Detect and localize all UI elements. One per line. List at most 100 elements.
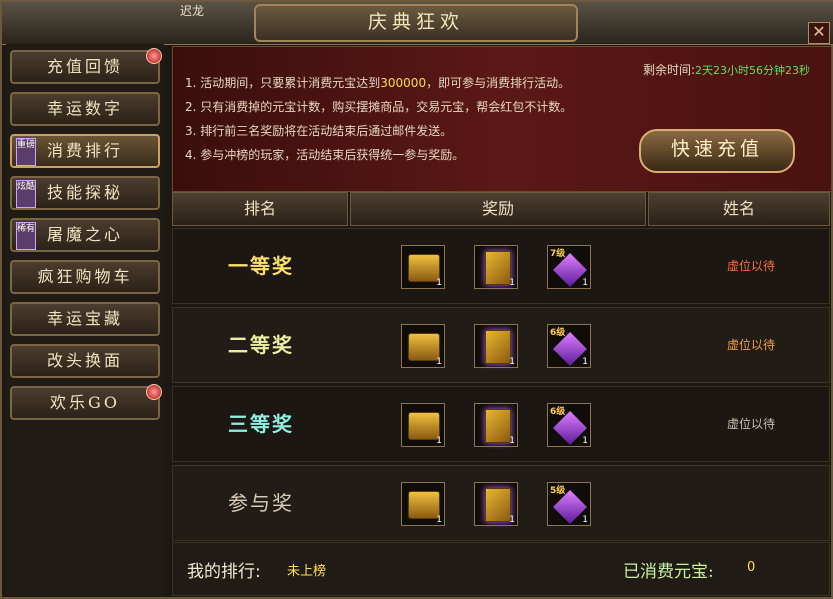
activity-window: 迟龙 庆典狂欢 ✕ 充值回馈 幸运数字 消费排行 重磅 技能探秘 炫酷 屠魔之心 稀有 疯狂购物… [0, 0, 833, 599]
item-count: 1 [582, 357, 588, 367]
item-count: 1 [582, 436, 588, 446]
notification-dot-icon [146, 48, 162, 64]
rules-list: 1. 活动期间，只要累计消费元宝达到300000，即可参与消费排行活动。 2. 只… [185, 71, 572, 167]
sidebar-item-label: 屠魔之心 [46, 225, 123, 244]
rule-text-post: ，即可参与消费排行活动。 [426, 76, 571, 90]
book-icon [485, 330, 511, 364]
table-row: 一等奖 1 1 7级 1 虚位以待 [172, 228, 830, 304]
item-level: 6级 [550, 328, 566, 338]
table-row: 参与奖 1 1 5级 1 [172, 465, 830, 541]
winner-name: 虚位以待 [726, 417, 775, 431]
rule-text-hl: 300000 [380, 76, 427, 90]
winner-name: 虚位以待 [726, 259, 775, 273]
sidebar-item-label: 消费排行 [46, 141, 123, 160]
chest-icon [408, 254, 440, 282]
book-icon [485, 251, 511, 285]
sidebar-item-8[interactable]: 欢乐GO [10, 384, 162, 420]
reward-item[interactable]: 1 [401, 324, 445, 368]
sidebar-item-label: 欢乐GO [50, 393, 120, 412]
activity-banner: 1. 活动期间，只要累计消费元宝达到300000，即可参与消费排行活动。 2. 只… [172, 46, 832, 192]
rank-label: 参与奖 [228, 491, 294, 515]
window-title: 庆典狂欢 [254, 4, 578, 42]
sidebar-item-label: 充值回馈 [46, 57, 123, 76]
close-icon[interactable]: ✕ [808, 22, 830, 44]
sidebar-item-0[interactable]: 充值回馈 [10, 48, 162, 84]
table-header: 排名 奖励 姓名 [172, 192, 830, 226]
item-count: 1 [509, 515, 515, 525]
item-level: 6级 [550, 407, 566, 417]
book-icon [485, 488, 511, 522]
item-level: 7级 [550, 249, 566, 259]
reward-item[interactable]: 1 [474, 324, 518, 368]
sidebar-item-label: 技能探秘 [46, 183, 123, 202]
sidebar: 充值回馈 幸运数字 消费排行 重磅 技能探秘 炫酷 屠魔之心 稀有 疯狂购物车 幸运宝藏 改头换面欢… [6, 44, 164, 596]
item-count: 1 [509, 357, 515, 367]
sidebar-item-1[interactable]: 幸运数字 [10, 92, 160, 126]
notification-dot-icon [146, 384, 162, 400]
chest-icon [408, 491, 440, 519]
reward-item[interactable]: 6级 1 [547, 403, 591, 447]
sidebar-item-6[interactable]: 幸运宝藏 [10, 302, 160, 336]
reward-item[interactable]: 1 [401, 245, 445, 289]
header-rank: 排名 [172, 192, 348, 226]
chest-icon [408, 333, 440, 361]
sidebar-item-label: 疯狂购物车 [37, 267, 133, 286]
sidebar-badge: 稀有 [16, 222, 36, 250]
rule-line: 1. 活动期间，只要累计消费元宝达到300000，即可参与消费排行活动。 [185, 71, 572, 95]
sidebar-item-5[interactable]: 疯狂购物车 [10, 260, 160, 294]
header-name: 姓名 [648, 192, 830, 226]
quick-recharge-button[interactable]: 快速充值 [639, 129, 795, 173]
reward-item[interactable]: 1 [474, 403, 518, 447]
sidebar-item-label: 幸运宝藏 [46, 309, 123, 328]
reward-item[interactable]: 1 [401, 403, 445, 447]
sidebar-badge: 炫酷 [16, 180, 36, 208]
reward-item[interactable]: 1 [474, 482, 518, 526]
item-level: 5级 [550, 486, 566, 496]
sidebar-item-7[interactable]: 改头换面 [10, 344, 160, 378]
winner-name [673, 466, 829, 540]
chest-icon [408, 412, 440, 440]
sidebar-item-2[interactable]: 消费排行 重磅 [10, 134, 160, 168]
spent-value: 0 [747, 560, 756, 575]
sidebar-item-label: 幸运数字 [46, 99, 123, 118]
rank-label: 一等奖 [228, 254, 294, 278]
spent-label: 已消费元宝: [623, 562, 714, 582]
sidebar-badge: 重磅 [16, 138, 36, 166]
sidebar-item-3[interactable]: 技能探秘 炫酷 [10, 176, 160, 210]
rule-line: 3. 排行前三名奖励将在活动结束后通过邮件发送。 [185, 119, 572, 143]
my-rank-value: 未上榜 [287, 564, 327, 579]
item-count: 1 [436, 515, 442, 525]
countdown-label: 剩余时间: [643, 63, 696, 77]
item-count: 1 [582, 278, 588, 288]
rule-line: 2. 只有消费掉的元宝计数，购买摆摊商品，交易元宝，帮会红包不计数。 [185, 95, 572, 119]
reward-item[interactable]: 7级 1 [547, 245, 591, 289]
rank-label: 二等奖 [228, 333, 294, 357]
countdown-value: 2天23小时56分钟23秒 [695, 64, 811, 77]
sidebar-item-4[interactable]: 屠魔之心 稀有 [10, 218, 160, 252]
table-row: 三等奖 1 1 6级 1 虚位以待 [172, 386, 830, 462]
rule-text-pre: 3. 排行前三名奖励将在活动结束后通过邮件发送。 [185, 124, 453, 138]
header-reward: 奖励 [350, 192, 646, 226]
reward-item[interactable]: 1 [474, 245, 518, 289]
item-count: 1 [436, 436, 442, 446]
window-title-bar: 迟龙 庆典狂欢 ✕ [2, 2, 833, 45]
countdown: 剩余时间:2天23小时56分钟23秒 [643, 61, 810, 78]
item-count: 1 [582, 515, 588, 525]
item-count: 1 [509, 436, 515, 446]
item-count: 1 [436, 278, 442, 288]
reward-item[interactable]: 1 [401, 482, 445, 526]
rule-text-pre: 4. 参与冲榜的玩家，活动结束后获得统一参与奖励。 [185, 148, 465, 162]
item-count: 1 [436, 357, 442, 367]
footer-bar: 我的排行: 未上榜 已消费元宝: 0 [172, 542, 830, 596]
rule-text-pre: 1. 活动期间，只要累计消费元宝达到 [185, 76, 381, 90]
reward-item[interactable]: 6级 1 [547, 324, 591, 368]
player-name: 迟龙 [180, 4, 205, 18]
rule-text-pre: 2. 只有消费掉的元宝计数，购买摆摊商品，交易元宝，帮会红包不计数。 [185, 100, 573, 114]
rank-label: 三等奖 [228, 412, 294, 436]
my-rank-label: 我的排行: [187, 562, 261, 582]
item-count: 1 [509, 278, 515, 288]
reward-item[interactable]: 5级 1 [547, 482, 591, 526]
book-icon [485, 409, 511, 443]
sidebar-item-label: 改头换面 [46, 351, 123, 370]
table-row: 二等奖 1 1 6级 1 虚位以待 [172, 307, 830, 383]
